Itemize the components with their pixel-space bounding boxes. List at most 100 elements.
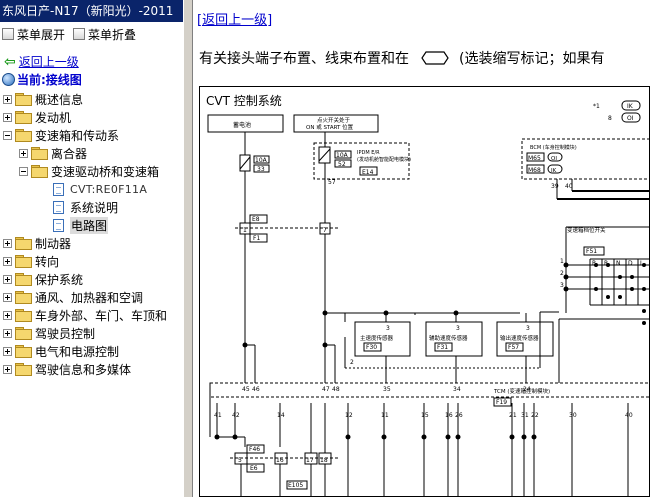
range-switch-column: R bbox=[604, 260, 608, 267]
folder-icon bbox=[15, 345, 32, 358]
tree-item-system-description[interactable]: 系统说明 bbox=[50, 198, 118, 216]
lower-pin-17: 17 bbox=[306, 457, 314, 464]
range-switch-pin: 2 bbox=[560, 270, 564, 277]
menu-toolbar: 菜单展开 菜单折叠 bbox=[0, 22, 183, 46]
tree-item-protection[interactable]: 保护系统 bbox=[3, 270, 83, 288]
expand-toggle-icon[interactable] bbox=[3, 94, 12, 104]
folder-icon bbox=[31, 147, 48, 160]
current-location: 当前:接线图 bbox=[2, 71, 82, 88]
tree-item-body[interactable]: 车身外部、车门、车顶和 bbox=[3, 306, 167, 324]
range-switch-label: 变速箱档位开关 bbox=[567, 226, 606, 234]
folder-open-icon bbox=[31, 165, 48, 178]
ipdm-connector: E14 bbox=[362, 169, 374, 176]
expand-toggle-icon[interactable] bbox=[3, 112, 12, 122]
ipdm-label: IPDM E/R bbox=[357, 150, 380, 156]
tree-item-transaxle[interactable]: 变速驱动桥和变速箱 bbox=[19, 162, 159, 180]
expand-toggle-icon[interactable] bbox=[3, 274, 12, 284]
expand-toggle-icon[interactable] bbox=[3, 292, 12, 302]
lower-pin-16: 16 bbox=[276, 457, 284, 464]
tree-item-overview[interactable]: 概述信息 bbox=[3, 90, 83, 108]
expand-toggle-icon[interactable] bbox=[3, 346, 12, 356]
expand-menu-button[interactable]: 菜单展开 bbox=[2, 26, 65, 43]
bcm-code-1: OI bbox=[551, 156, 557, 162]
document-icon bbox=[53, 182, 64, 196]
sensor-pin-2: 2 bbox=[350, 359, 354, 366]
expand-toggle-icon[interactable] bbox=[3, 238, 12, 248]
tree-item-info-media[interactable]: 驾驶信息和多媒体 bbox=[3, 360, 131, 378]
collapse-icon bbox=[73, 28, 86, 40]
tree-item-transmission[interactable]: 变速箱和传动系 bbox=[3, 126, 119, 144]
folder-icon bbox=[15, 291, 32, 304]
folder-icon bbox=[15, 309, 32, 322]
tcm-pin-bottom: 41 bbox=[214, 412, 222, 419]
folder-open-icon bbox=[15, 129, 32, 142]
intro-paragraph: 有关接头端子布置、线束布置和在 (选装缩写标记；如果有 bbox=[199, 48, 604, 68]
collapse-menu-label: 菜单折叠 bbox=[88, 27, 137, 42]
current-location-label: 当前:接线图 bbox=[17, 73, 82, 87]
expand-toggle-icon[interactable] bbox=[19, 148, 28, 158]
ipdm-pin: 57 bbox=[328, 179, 336, 186]
bcm-label: BCM (车身控制模块) bbox=[530, 144, 577, 151]
tree-item-steering[interactable]: 转向 bbox=[3, 252, 59, 270]
tcm-pin-bottom: 21 bbox=[509, 412, 517, 419]
expand-menu-label: 菜单展开 bbox=[17, 27, 66, 42]
collapse-toggle-icon[interactable] bbox=[3, 130, 12, 140]
expand-toggle-icon[interactable] bbox=[3, 256, 12, 266]
ignition-label-2: ON 或 START 位置 bbox=[306, 123, 354, 131]
tree-item-electrical[interactable]: 电气和电源控制 bbox=[3, 342, 119, 360]
tcm-pin-top: 35 bbox=[383, 386, 391, 393]
connector-e6: E6 bbox=[250, 465, 258, 472]
sensor-output-pin: 3 bbox=[526, 325, 530, 332]
folder-icon bbox=[15, 111, 32, 124]
back-link-top[interactable]: [返回上一级] bbox=[197, 9, 272, 28]
tcm-pin-bottom: 16 bbox=[445, 412, 453, 419]
tcm-pin-top: 47 bbox=[322, 386, 330, 393]
fuse-1-amp: 10A bbox=[255, 157, 268, 164]
connector-e8: E8 bbox=[252, 216, 260, 223]
tree-item-driver-control[interactable]: 驾驶员控制 bbox=[3, 324, 95, 342]
expand-toggle-icon[interactable] bbox=[3, 328, 12, 338]
back-link[interactable]: ⇦ 返回上一级 bbox=[4, 53, 79, 70]
sensor-primary-connector: F30 bbox=[366, 344, 377, 351]
connector-e105: E105 bbox=[288, 482, 303, 489]
tree-item-hvac[interactable]: 通风、加热器和空调 bbox=[3, 288, 143, 306]
tcm-pin-top: 48 bbox=[332, 386, 340, 393]
connector-pin-7: 7 bbox=[323, 227, 327, 234]
lower-pin-5: 5 bbox=[238, 457, 242, 464]
collapse-menu-button[interactable]: 菜单折叠 bbox=[73, 26, 136, 43]
expand-toggle-icon[interactable] bbox=[3, 364, 12, 374]
sensor-output-connector: F57 bbox=[508, 344, 519, 351]
fuse-1-number: 33 bbox=[257, 166, 265, 173]
folder-icon bbox=[15, 273, 32, 286]
tcm-connector: F19 bbox=[496, 399, 507, 406]
abbreviation-mark-icon bbox=[421, 51, 449, 65]
wiring-diagram: CVT 控制系统 *1 IK 8 OI 蓄电池 点火开关处于 ON 或 STAR… bbox=[199, 86, 650, 497]
pane-splitter[interactable] bbox=[183, 0, 193, 497]
legend-1-code: IK bbox=[627, 103, 634, 110]
tcm-pin-top: 45 bbox=[242, 386, 250, 393]
range-switch-pin: 3 bbox=[560, 282, 564, 289]
tree-item-engine[interactable]: 发动机 bbox=[3, 108, 71, 126]
connector-f1: F1 bbox=[253, 235, 260, 242]
navigation-pane: 东风日产-N17（新阳光）-2011 菜单展开 菜单折叠 ⇦ 返回上一级 当前:… bbox=[0, 0, 183, 497]
wiring-diagram-svg: CVT 控制系统 *1 IK 8 OI 蓄电池 点火开关处于 ON 或 STAR… bbox=[206, 94, 649, 496]
expand-toggle-icon[interactable] bbox=[3, 310, 12, 320]
intro-text-b: (选装缩写标记；如果有 bbox=[459, 51, 605, 67]
bcm-code-2: IK bbox=[551, 168, 557, 174]
connector-f46: F46 bbox=[249, 446, 260, 453]
tcm-pin-top: 34 bbox=[453, 386, 461, 393]
collapse-toggle-icon[interactable] bbox=[19, 166, 28, 176]
tree-item-clutch[interactable]: 离合器 bbox=[19, 144, 87, 162]
lower-pin-18: 18 bbox=[320, 457, 328, 464]
expand-icon bbox=[2, 28, 14, 40]
folder-icon bbox=[15, 327, 32, 340]
sensor-aux-pin: 3 bbox=[456, 325, 460, 332]
tree-item-brake[interactable]: 制动器 bbox=[3, 234, 71, 252]
sensor-aux-connector: F31 bbox=[437, 344, 448, 351]
ignition-label: 点火开关处于 bbox=[317, 116, 351, 124]
tree-item-circuit-diagram[interactable]: 电路图 bbox=[50, 216, 109, 234]
tree-item-cvt[interactable]: CVT:RE0F11A bbox=[50, 180, 147, 198]
tcm-pin-bottom: 31 bbox=[521, 412, 529, 419]
back-link-label[interactable]: 返回上一级 bbox=[19, 53, 79, 70]
tcm-pin-bottom: 40 bbox=[625, 412, 633, 419]
